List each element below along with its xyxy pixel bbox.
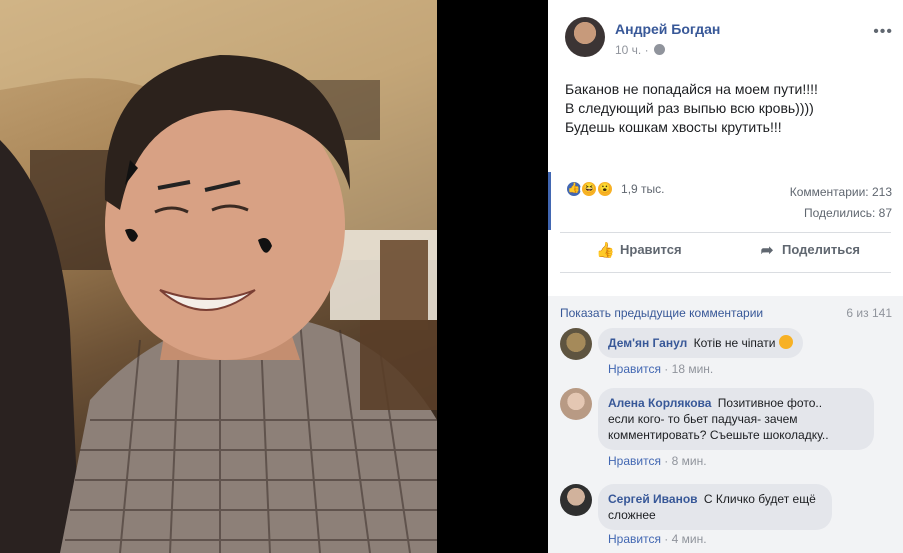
post-text-line: В следующий раз выпью всю кровь)))): [565, 100, 814, 116]
reactions-summary[interactable]: 👍 😆 😮 1,9 тыс.: [565, 180, 665, 200]
commenter-avatar[interactable]: [560, 484, 592, 516]
comment-time[interactable]: 18 мин.: [672, 362, 714, 376]
comment-text-line: комментировать? Съешьте шоколадку..: [608, 428, 829, 442]
comment-meta: Нравится · 18 мин.: [608, 362, 714, 376]
like-button[interactable]: 👍 Нравится: [596, 241, 682, 259]
post-text: Баканов не попадайся на моем пути!!!! В …: [565, 80, 885, 137]
comment-time[interactable]: 8 мин.: [672, 454, 707, 468]
post-header: Андрей Богдан 10 ч. · •••: [565, 17, 895, 61]
divider: [560, 272, 891, 273]
comment-bubble: Сергей Иванов С Кличко будет ещё сложнее: [598, 484, 832, 530]
reactions-count: 1,9 тыс.: [621, 182, 665, 196]
post-meta: 10 ч. ·: [615, 43, 665, 57]
divider: [560, 232, 891, 233]
comment-like-link[interactable]: Нравится: [608, 532, 661, 546]
post-panel: Андрей Богдан 10 ч. · ••• Баканов не поп…: [548, 0, 903, 553]
comment-text-line: если кого- то бьет падучая- зачем: [608, 412, 798, 426]
comments-counter: 6 из 141: [846, 306, 892, 320]
comment-item: Дем'ян Ганул Котів не чіпати Нравится · …: [560, 328, 890, 380]
comment-like-link[interactable]: Нравится: [608, 454, 661, 468]
scroll-indicator[interactable]: [548, 172, 551, 230]
commenter-avatar[interactable]: [560, 328, 592, 360]
comment-text-line: С Кличко будет ещё: [703, 492, 816, 506]
comments-count[interactable]: Комментарии: 213: [790, 182, 892, 203]
comment-text-line: Позитивное фото..: [717, 396, 823, 410]
author-avatar[interactable]: [565, 17, 605, 57]
comment-text-line: сложнее: [608, 508, 656, 522]
photo-illustration: [0, 0, 437, 553]
post-stats: Комментарии: 213 Поделились: 87: [790, 182, 892, 224]
share-button[interactable]: ➦ Поделиться: [758, 241, 860, 259]
photo-image: [0, 0, 437, 553]
author-name[interactable]: Андрей Богдан: [615, 21, 720, 37]
commenter-name[interactable]: Сергей Иванов: [608, 492, 698, 506]
commenter-name[interactable]: Алена Корлякова: [608, 396, 711, 410]
wow-reaction-icon: 😮: [595, 180, 614, 198]
globe-icon: [653, 44, 665, 55]
post-actions: 👍 Нравится ➦ Поделиться: [560, 236, 891, 266]
show-previous-comments-link[interactable]: Показать предыдущие комментарии: [560, 306, 763, 320]
like-label: Нравится: [620, 242, 682, 257]
share-label: Поделиться: [782, 242, 861, 257]
post-photo[interactable]: [0, 0, 548, 553]
comment-meta: Нравится · 8 мин.: [608, 454, 707, 468]
smile-emoji-icon: [778, 335, 793, 349]
comment-time[interactable]: 4 мин.: [672, 532, 707, 546]
post-text-line: Будешь кошкам хвосты крутить!!!: [565, 119, 782, 135]
comment-item: Алена Корлякова Позитивное фото.. если к…: [560, 388, 890, 472]
comment-like-link[interactable]: Нравится: [608, 362, 661, 376]
comment-bubble: Дем'ян Ганул Котів не чіпати: [598, 328, 803, 358]
share-arrow-icon: ➦: [760, 242, 774, 259]
post-text-line: Баканов не попадайся на моем пути!!!!: [565, 81, 818, 97]
comment-bubble: Алена Корлякова Позитивное фото.. если к…: [598, 388, 874, 450]
commenter-avatar[interactable]: [560, 388, 592, 420]
comments-section: Показать предыдущие комментарии 6 из 141…: [548, 296, 903, 553]
commenter-name[interactable]: Дем'ян Ганул: [608, 336, 687, 350]
comment-item: Сергей Иванов С Кличко будет ещё сложнее…: [560, 484, 890, 552]
comment-text: Котів не чіпати: [693, 336, 776, 350]
more-horizontal-icon[interactable]: •••: [873, 23, 893, 41]
thumbs-up-icon: 👍: [596, 242, 615, 259]
post-time[interactable]: 10 ч.: [615, 43, 641, 57]
shares-count[interactable]: Поделились: 87: [790, 203, 892, 224]
comment-meta: Нравится · 4 мин.: [608, 532, 707, 546]
